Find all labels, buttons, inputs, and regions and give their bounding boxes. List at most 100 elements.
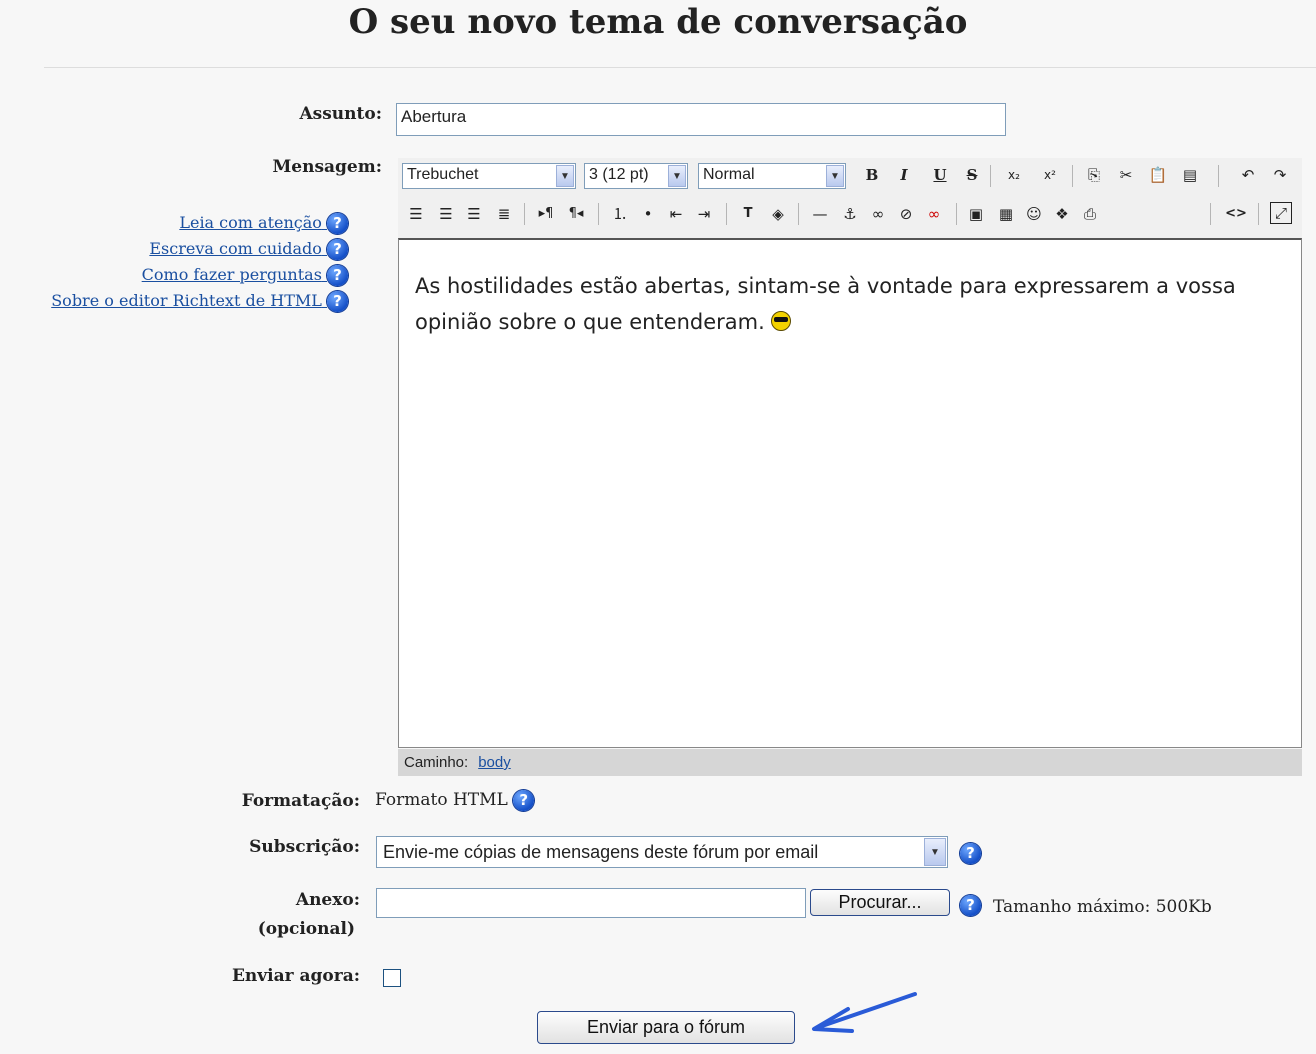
chevron-down-icon: ▼	[556, 165, 574, 187]
help-icon: ?	[327, 291, 348, 312]
underline-icon[interactable]: U	[928, 163, 952, 187]
subject-label: Assunto:	[299, 104, 382, 124]
undo-icon[interactable]: ↶	[1236, 163, 1260, 187]
insert-char-icon[interactable]: ❖	[1050, 202, 1074, 226]
insert-smiley-icon[interactable]: ☺	[1022, 202, 1046, 226]
editor-toolbar-row-2: ☰ ☰ ☰ ≣ ▸¶ ¶◂ ⒈ • ⇤ ⇥ T ◈ — ⚓ ∞ ⊘ ∞ ▣ ▦ …	[398, 194, 1302, 238]
message-content: As hostilidades estão abertas, sintam-se…	[415, 268, 1285, 340]
toolbar-separator	[598, 203, 599, 225]
toolbar-separator	[1072, 165, 1073, 187]
attachment-input[interactable]	[376, 888, 806, 918]
subscription-select[interactable]: Envie-me cópias de mensagens deste fórum…	[376, 836, 948, 868]
toolbar-separator	[1218, 165, 1219, 187]
fullscreen-icon[interactable]: ⤢	[1270, 202, 1292, 224]
help-link-label: Escreva com cuidado	[149, 239, 322, 258]
align-left-icon[interactable]: ☰	[404, 202, 428, 226]
chevron-down-icon: ▼	[826, 165, 844, 187]
help-link-label: Sobre o editor Richtext de HTML	[51, 291, 322, 310]
send-now-checkbox[interactable]	[383, 969, 401, 987]
size-select-value: 3 (12 pt)	[589, 166, 649, 183]
help-icon: ?	[327, 213, 348, 234]
message-text: As hostilidades estão abertas, sintam-se…	[415, 274, 1236, 334]
help-link-label: Como fazer perguntas	[141, 265, 322, 284]
indent-icon[interactable]: ⇥	[692, 202, 716, 226]
toolbar-separator	[798, 203, 799, 225]
align-right-icon[interactable]: ☰	[462, 202, 486, 226]
align-center-icon[interactable]: ☰	[434, 202, 458, 226]
help-link-label: Leia com atenção	[179, 213, 322, 232]
font-select[interactable]: Trebuchet ▼	[402, 163, 576, 189]
chevron-down-icon: ▼	[924, 838, 946, 866]
submit-button[interactable]: Enviar para o fórum	[537, 1011, 795, 1044]
outdent-icon[interactable]: ⇤	[664, 202, 688, 226]
toolbar-separator	[990, 165, 991, 187]
align-justify-icon[interactable]: ≣	[492, 202, 516, 226]
path-body-link[interactable]: body	[478, 754, 511, 771]
unordered-list-icon[interactable]: •	[636, 202, 660, 226]
editor-statusbar: Caminho: body	[398, 749, 1302, 776]
toolbar-separator	[1258, 203, 1259, 225]
browse-button[interactable]: Procurar...	[810, 889, 950, 916]
paste-word-icon[interactable]: ▤	[1178, 163, 1202, 187]
help-icon: ?	[327, 239, 348, 260]
title-divider	[44, 67, 1316, 68]
nolink-icon[interactable]: ∞	[922, 202, 946, 226]
superscript-icon[interactable]: x²	[1038, 163, 1062, 187]
toolbar-separator	[1210, 203, 1211, 225]
background-color-icon[interactable]: ◈	[766, 202, 790, 226]
help-icon: ?	[327, 265, 348, 286]
italic-icon[interactable]: I	[892, 163, 916, 187]
format-label: Formatação:	[241, 791, 360, 811]
help-link-write-carefully[interactable]: Escreva com cuidado ?	[149, 239, 348, 260]
attachment-optional-label: (opcional)	[257, 919, 355, 939]
strikethrough-icon[interactable]: S	[960, 163, 984, 187]
html-source-icon[interactable]: <>	[1224, 202, 1248, 226]
font-select-value: Trebuchet	[407, 166, 479, 183]
paste-icon[interactable]: 📋	[1146, 163, 1170, 187]
help-link-questions[interactable]: Como fazer perguntas ?	[142, 265, 348, 286]
toolbar-separator	[726, 203, 727, 225]
insert-table-icon[interactable]: ▦	[994, 202, 1018, 226]
toolbar-separator	[524, 203, 525, 225]
help-icon[interactable]: ?	[960, 895, 981, 916]
send-now-label: Enviar agora:	[231, 966, 360, 986]
search-replace-icon[interactable]: ⎙	[1078, 202, 1102, 226]
paragraph-select-value: Normal	[703, 166, 755, 183]
rtl-icon[interactable]: ¶◂	[564, 202, 588, 226]
max-size-text: Tamanho máximo: 500Kb	[993, 897, 1212, 917]
format-value-wrap: Formato HTML ?	[375, 790, 535, 811]
format-value: Formato HTML	[375, 790, 508, 810]
path-label: Caminho:	[404, 754, 469, 771]
message-label: Mensagem:	[272, 157, 382, 177]
page-title: O seu novo tema de conversação	[348, 2, 968, 42]
subscript-icon[interactable]: x₂	[1002, 163, 1026, 187]
ordered-list-icon[interactable]: ⒈	[608, 202, 632, 226]
help-icon[interactable]: ?	[513, 790, 535, 811]
cool-smiley-icon	[771, 311, 792, 331]
help-icon[interactable]: ?	[960, 843, 981, 864]
ltr-icon[interactable]: ▸¶	[534, 202, 558, 226]
unlink-icon[interactable]: ⊘	[894, 202, 918, 226]
subscription-label: Subscrição:	[249, 837, 360, 857]
size-select[interactable]: 3 (12 pt) ▼	[584, 163, 688, 189]
bold-icon[interactable]: B	[860, 163, 884, 187]
chevron-down-icon: ▼	[668, 165, 686, 187]
message-editor[interactable]: As hostilidades estão abertas, sintam-se…	[398, 238, 1302, 748]
editor-toolbar-row-1: Trebuchet ▼ 3 (12 pt) ▼ Normal ▼ B I U S…	[398, 158, 1302, 194]
anchor-icon[interactable]: ⚓	[838, 202, 862, 226]
annotation-arrow-icon	[812, 992, 917, 1033]
text-color-icon[interactable]: T	[736, 202, 760, 226]
link-icon[interactable]: ∞	[866, 202, 890, 226]
copy-icon[interactable]: ⎘	[1082, 163, 1106, 187]
horizontal-rule-icon[interactable]: —	[808, 202, 832, 226]
redo-icon[interactable]: ↷	[1268, 163, 1292, 187]
insert-image-icon[interactable]: ▣	[964, 202, 988, 226]
attachment-label: Anexo:	[295, 890, 360, 910]
help-link-richtext-editor[interactable]: Sobre o editor Richtext de HTML ?	[51, 291, 348, 312]
subscription-select-value: Envie-me cópias de mensagens deste fórum…	[383, 842, 819, 862]
paragraph-select[interactable]: Normal ▼	[698, 163, 846, 189]
help-link-read-carefully[interactable]: Leia com atenção ?	[179, 213, 348, 234]
subject-input[interactable]: Abertura	[396, 103, 1006, 136]
toolbar-separator	[956, 203, 957, 225]
cut-icon[interactable]: ✂	[1114, 163, 1138, 187]
